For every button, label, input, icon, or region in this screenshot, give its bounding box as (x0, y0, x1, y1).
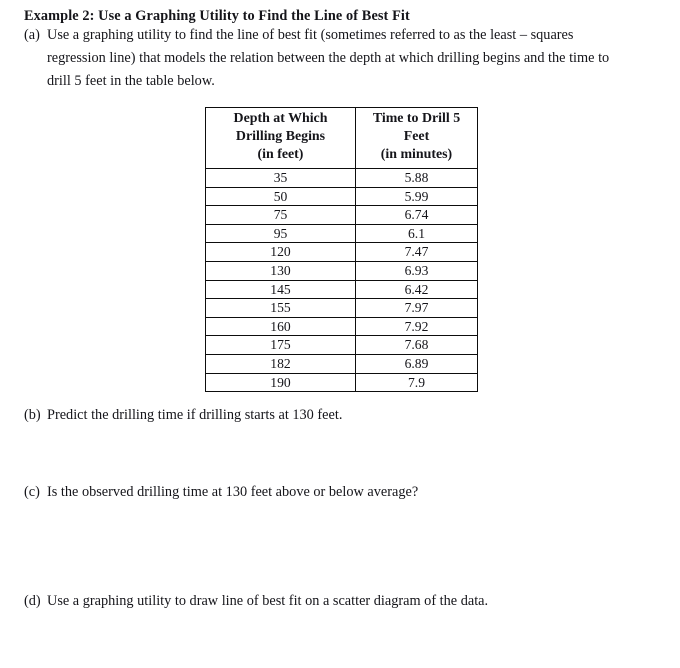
cell-depth: 145 (205, 279, 356, 300)
table-row: 175 7.68 (205, 335, 478, 355)
list-item-b-marker: (b) (24, 407, 41, 423)
cell-depth: 35 (205, 168, 356, 188)
cell-time: 6.74 (355, 205, 478, 225)
cell-depth: 160 (205, 316, 356, 337)
list-item-d-marker: (d) (24, 593, 41, 609)
column-header-depth-line-2: Drilling Begins (235, 128, 326, 144)
cell-time: 6.42 (355, 279, 478, 300)
cell-time: 5.99 (355, 186, 478, 207)
cell-time: 7.9 (355, 372, 478, 393)
table-row: 50 5.99 (205, 186, 478, 207)
cell-time: 7.92 (355, 316, 478, 337)
cell-depth: 75 (205, 205, 356, 225)
list-item-b: (b) Predict the drilling time if drillin… (24, 404, 634, 427)
table-row: 95 6.1 (205, 223, 478, 244)
page-title: Example 2: Use a Graphing Utility to Fin… (24, 8, 410, 24)
table-header: Depth at Which Drilling Begins (in feet)… (205, 107, 478, 169)
table-row: 145 6.42 (205, 279, 478, 300)
cell-depth: 130 (205, 260, 356, 281)
cell-time: 5.88 (355, 168, 478, 188)
drilling-data-table-container: Depth at Which Drilling Begins (in feet)… (205, 107, 478, 393)
list-item-b-text: Predict the drilling time if drilling st… (47, 407, 343, 423)
table-row: 182 6.89 (205, 353, 478, 374)
table-row: 190 7.9 (205, 372, 478, 393)
list-item-a-marker: (a) (24, 27, 40, 43)
table-header-row: Depth at Which Drilling Begins (in feet)… (205, 107, 478, 169)
column-header-depth-line-3: (in feet) (257, 147, 304, 163)
column-header-depth: Depth at Which Drilling Begins (in feet) (205, 107, 356, 169)
column-header-time: Time to Drill 5 Feet (in minutes) (355, 107, 478, 169)
list-item-a: (a) Use a graphing utility to find the l… (24, 24, 626, 93)
column-header-time-line-1: Time to Drill 5 (372, 110, 461, 126)
cell-time: 7.47 (355, 242, 478, 262)
document-page: Example 2: Use a Graphing Utility to Fin… (0, 0, 680, 668)
cell-time: 6.89 (355, 353, 478, 374)
table-row: 75 6.74 (205, 205, 478, 225)
cell-time: 7.97 (355, 298, 478, 318)
cell-time: 6.93 (355, 260, 478, 281)
table-row: 120 7.47 (205, 242, 478, 262)
table-row: 155 7.97 (205, 298, 478, 318)
column-header-time-line-3: (in minutes) (380, 147, 453, 163)
cell-depth: 182 (205, 353, 356, 374)
table-row: 130 6.93 (205, 260, 478, 281)
column-header-time-line-2: Feet (403, 128, 430, 144)
list-item-c-text: Is the observed drilling time at 130 fee… (47, 484, 419, 500)
list-item-d-text: Use a graphing utility to draw line of b… (47, 593, 489, 609)
cell-time: 6.1 (355, 223, 478, 244)
cell-depth: 95 (205, 223, 356, 244)
cell-depth: 175 (205, 335, 356, 355)
list-item-a-text: Use a graphing utility to find the line … (47, 27, 610, 89)
cell-depth: 120 (205, 242, 356, 262)
cell-depth: 190 (205, 372, 356, 393)
cell-depth: 50 (205, 186, 356, 207)
column-header-depth-line-1: Depth at Which (233, 110, 328, 126)
table-body: 35 5.88 50 5.99 75 6.74 95 6.1 120 7.47 … (205, 168, 478, 393)
list-item-c-marker: (c) (24, 484, 40, 500)
list-item-c: (c) Is the observed drilling time at 130… (24, 481, 634, 504)
table-row: 35 5.88 (205, 168, 478, 188)
list-item-d: (d) Use a graphing utility to draw line … (24, 590, 634, 613)
table-row: 160 7.92 (205, 316, 478, 337)
cell-depth: 155 (205, 298, 356, 318)
cell-time: 7.68 (355, 335, 478, 355)
drilling-data-table: Depth at Which Drilling Begins (in feet)… (205, 107, 478, 393)
